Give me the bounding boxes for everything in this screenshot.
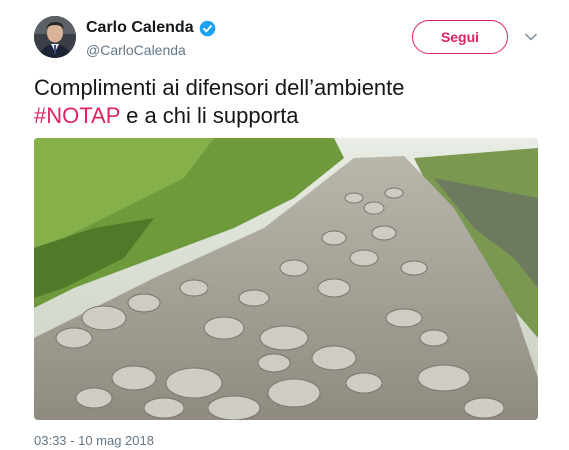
author-names: Carlo Calenda @CarloCalenda [86, 18, 216, 59]
tweet-text-line1: Complimenti ai difensori dell’ambiente [34, 75, 405, 100]
tweet-media[interactable] [34, 138, 538, 420]
tweet-text: Complimenti ai difensori dell’ambiente #… [34, 74, 544, 130]
chevron-down-icon[interactable] [524, 30, 538, 44]
tweet-text-line2: #NOTAP e a chi li supporta [34, 102, 544, 130]
avatar[interactable] [34, 16, 76, 58]
display-name[interactable]: Carlo Calenda [86, 18, 194, 38]
user-handle[interactable]: @CarloCalenda [86, 41, 216, 59]
tweet-header: Carlo Calenda @CarloCalenda Segui [34, 16, 544, 64]
hashtag-link[interactable]: #NOTAP [34, 103, 120, 128]
tweet-timestamp[interactable]: 03:33 - 10 mag 2018 [34, 433, 154, 449]
tweet-card: Carlo Calenda @CarloCalenda Segui Compli… [0, 0, 569, 450]
video-thumbnail-icon [34, 138, 538, 420]
verified-badge-icon [199, 20, 215, 36]
tweet-text-rest: e a chi li supporta [120, 103, 299, 128]
user-avatar-icon [34, 16, 76, 58]
follow-button[interactable]: Segui [412, 20, 508, 54]
